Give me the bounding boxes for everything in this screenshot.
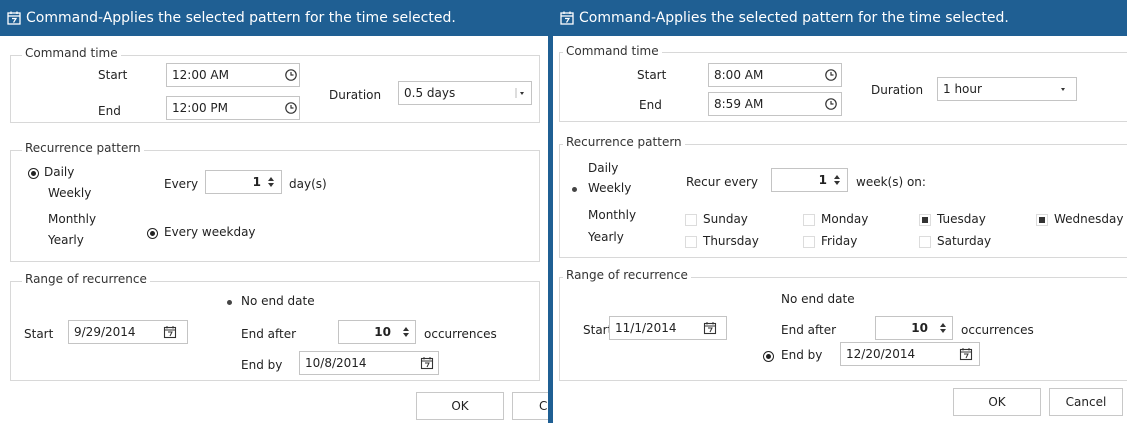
wednesday-label: Wednesday xyxy=(1054,212,1124,226)
monthly-label[interactable]: Monthly xyxy=(48,212,96,226)
occurrences-label: occurrences xyxy=(961,323,1034,337)
end-by-label[interactable]: End by xyxy=(241,358,282,372)
clock-icon[interactable] xyxy=(824,97,838,111)
clock-icon[interactable] xyxy=(284,101,298,115)
ok-button[interactable]: OK xyxy=(953,388,1041,416)
monday-label: Monday xyxy=(821,212,869,226)
dropdown-arrow-icon[interactable] xyxy=(1058,82,1072,96)
start-time-input[interactable]: 8:00 AM xyxy=(708,63,842,87)
calendar-icon[interactable] xyxy=(420,356,434,370)
range-of-recurrence-label: Range of recurrence xyxy=(563,268,691,282)
range-start-label: Start xyxy=(24,327,54,341)
recur-every-label: Recur every xyxy=(686,175,759,189)
recurrence-pattern-label: Recurrence pattern xyxy=(563,135,685,149)
end-by-label: End by xyxy=(781,348,823,362)
calendar-icon[interactable] xyxy=(959,347,973,361)
command-time-label: Command time xyxy=(22,46,121,60)
right-dialog: Command-Applies the selected pattern for… xyxy=(553,0,1127,423)
end-after-label[interactable]: End after xyxy=(241,327,296,341)
calendar-icon xyxy=(560,11,574,25)
start-time-input[interactable]: 12:00 AM xyxy=(166,63,300,87)
recurrence-pattern-label: Recurrence pattern xyxy=(22,141,144,155)
dialog-title: Command-Applies the selected pattern for… xyxy=(26,10,456,26)
yearly-label[interactable]: Yearly xyxy=(48,233,84,247)
daily-radio[interactable] xyxy=(28,168,39,179)
spinner-icon[interactable] xyxy=(402,325,410,339)
recurrence-pattern-section xyxy=(10,150,540,262)
command-time-label: Command time xyxy=(563,44,662,58)
cancel-button[interactable]: Cancel xyxy=(1049,388,1123,416)
ok-button[interactable]: OK xyxy=(416,392,504,420)
range-of-recurrence-label: Range of recurrence xyxy=(22,272,150,286)
duration-label: Duration xyxy=(871,83,924,97)
daily-label: Daily xyxy=(44,165,75,179)
calendar-icon[interactable] xyxy=(703,321,717,335)
yearly-label[interactable]: Yearly xyxy=(588,230,624,244)
start-label: Start xyxy=(98,68,128,82)
day-unit-label: day(s) xyxy=(289,177,327,191)
no-end-date-label[interactable]: No end date xyxy=(781,292,855,306)
calendar-icon[interactable] xyxy=(163,325,177,339)
monthly-label[interactable]: Monthly xyxy=(588,208,636,222)
tuesday-checkbox[interactable] xyxy=(919,214,931,226)
end-label: End xyxy=(98,104,121,118)
saturday-label: Saturday xyxy=(937,234,992,248)
tuesday-label: Tuesday xyxy=(937,212,986,226)
friday-checkbox[interactable] xyxy=(803,236,815,248)
clock-icon[interactable] xyxy=(824,68,838,82)
friday-label: Friday xyxy=(821,234,858,248)
thursday-label: Thursday xyxy=(703,234,759,248)
weekly-label: Weekly xyxy=(588,181,632,195)
no-end-date-radio[interactable] xyxy=(224,297,235,308)
weekly-label[interactable]: Weekly xyxy=(48,186,91,200)
sunday-checkbox[interactable] xyxy=(685,214,697,226)
left-dialog: Command-Applies the selected pattern for… xyxy=(0,0,548,423)
clock-icon[interactable] xyxy=(284,68,298,82)
saturday-checkbox[interactable] xyxy=(919,236,931,248)
daily-label[interactable]: Daily xyxy=(588,161,618,175)
right-title-bar: Command-Applies the selected pattern for… xyxy=(553,0,1127,36)
wednesday-checkbox[interactable] xyxy=(1036,214,1048,226)
left-title-bar: Command-Applies the selected pattern for… xyxy=(0,0,548,36)
spinner-icon[interactable] xyxy=(833,173,841,187)
weekly-radio[interactable] xyxy=(569,184,580,195)
spinner-icon[interactable] xyxy=(939,321,947,335)
start-label: Start xyxy=(637,68,667,82)
occurrences-label: occurrences xyxy=(424,327,497,341)
spinner-icon[interactable] xyxy=(267,175,275,189)
every-weekday-label: Every weekday xyxy=(164,225,256,239)
sunday-label: Sunday xyxy=(703,212,748,226)
duration-select[interactable]: 0.5 days xyxy=(398,81,532,105)
end-by-date-input[interactable]: 10/8/2014 xyxy=(299,351,439,375)
dialog-title: Command-Applies the selected pattern for… xyxy=(579,10,1009,26)
weeks-on-label: week(s) on: xyxy=(856,175,926,189)
range-start-label: Start xyxy=(583,323,613,337)
no-end-date-label: No end date xyxy=(241,294,315,308)
end-time-input[interactable]: 12:00 PM xyxy=(166,96,300,120)
end-time-input[interactable]: 8:59 AM xyxy=(708,92,842,116)
end-label: End xyxy=(639,98,662,112)
calendar-icon xyxy=(7,11,21,25)
duration-select[interactable]: 1 hour xyxy=(937,77,1077,101)
end-after-label[interactable]: End after xyxy=(781,323,836,337)
end-by-radio[interactable] xyxy=(763,351,774,362)
duration-label: Duration xyxy=(329,88,382,102)
cancel-button[interactable]: C xyxy=(512,392,548,420)
thursday-checkbox[interactable] xyxy=(685,236,697,248)
every-weekday-radio[interactable] xyxy=(147,228,158,239)
every-label: Every xyxy=(164,177,199,191)
monday-checkbox[interactable] xyxy=(803,214,815,226)
dropdown-arrow-icon[interactable] xyxy=(514,86,528,100)
